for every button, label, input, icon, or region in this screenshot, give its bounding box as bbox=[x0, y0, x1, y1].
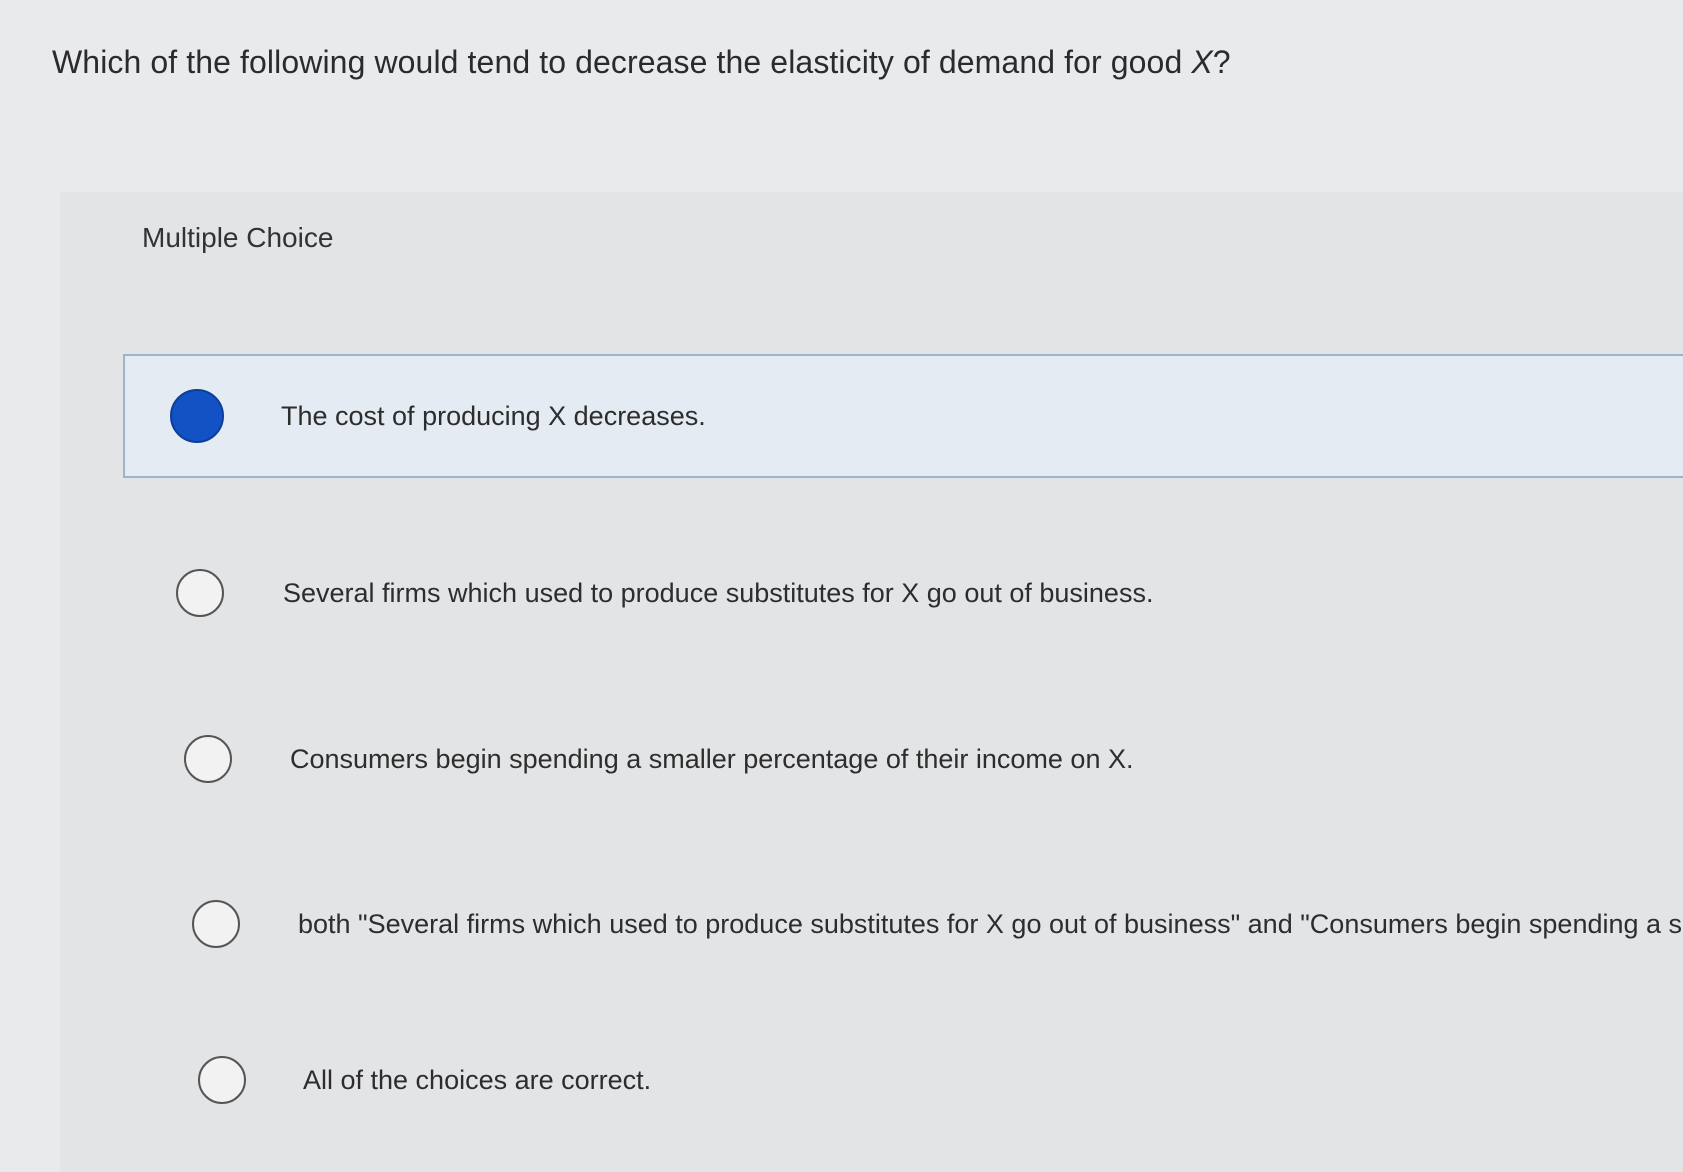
radio-empty-icon[interactable] bbox=[198, 1056, 246, 1104]
multiple-choice-panel bbox=[60, 192, 1683, 1172]
radio-empty-icon[interactable] bbox=[184, 735, 232, 783]
question-suffix: ? bbox=[1212, 44, 1231, 80]
choice-label-2: Several firms which used to produce subs… bbox=[283, 577, 1154, 608]
section-label: Multiple Choice bbox=[142, 222, 334, 253]
radio-empty-icon[interactable] bbox=[176, 569, 224, 617]
choice-option-4[interactable]: both "Several firms which used to produc… bbox=[192, 884, 1683, 964]
choice-option-1[interactable]: The cost of producing X decreases. bbox=[123, 354, 1683, 478]
choice-option-5[interactable]: All of the choices are correct. bbox=[198, 1040, 651, 1120]
radio-empty-icon[interactable] bbox=[192, 900, 240, 948]
choice-option-3[interactable]: Consumers begin spending a smaller perce… bbox=[184, 719, 1133, 799]
question-text: Which of the following would tend to dec… bbox=[52, 44, 1231, 81]
choice-label-4: both "Several firms which used to produc… bbox=[298, 908, 1683, 939]
question-prefix: Which of the following would tend to dec… bbox=[52, 44, 1192, 80]
radio-selected-icon[interactable] bbox=[170, 389, 224, 443]
choice-label-5: All of the choices are correct. bbox=[303, 1064, 652, 1095]
question-variable: X bbox=[1191, 44, 1213, 80]
choice-label-3: Consumers begin spending a smaller perce… bbox=[290, 743, 1134, 774]
choice-label-1: The cost of producing X decreases. bbox=[281, 400, 706, 431]
choice-option-2[interactable]: Several firms which used to produce subs… bbox=[176, 553, 1153, 633]
